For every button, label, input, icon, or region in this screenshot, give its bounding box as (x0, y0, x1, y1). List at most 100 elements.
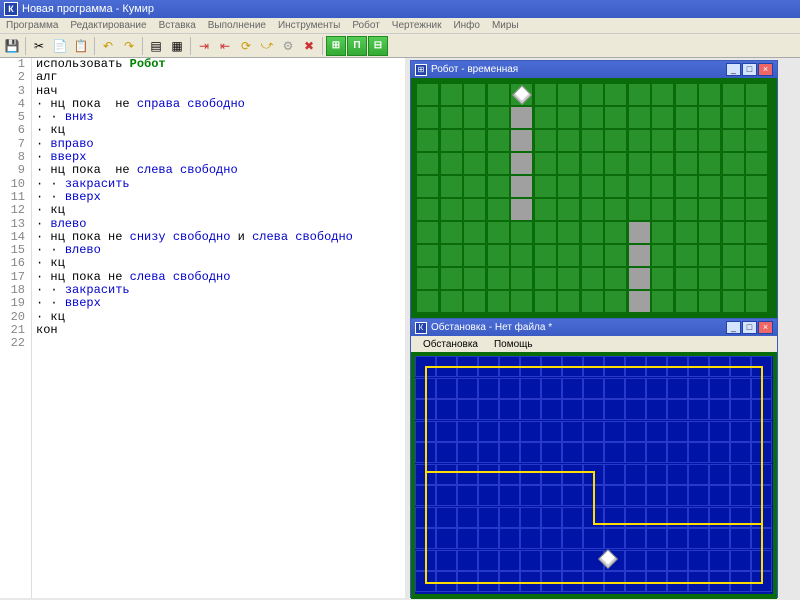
maximize-button[interactable]: □ (742, 321, 757, 334)
env-cell[interactable] (478, 421, 499, 442)
robot-cell[interactable] (534, 198, 557, 221)
robot-cell[interactable] (675, 83, 698, 106)
menu-Программа[interactable]: Программа (0, 20, 64, 31)
env-cell[interactable] (562, 485, 583, 506)
step-out-button[interactable]: ⇤ (215, 36, 235, 56)
env-cell[interactable] (667, 421, 688, 442)
robot-cell[interactable] (745, 106, 768, 129)
menu-Редактирование[interactable]: Редактирование (64, 20, 152, 31)
robot-cell[interactable] (581, 106, 604, 129)
code-area[interactable]: использовать Роботалгнач· нц пока не спр… (32, 58, 405, 598)
env-cell[interactable] (646, 464, 667, 485)
env-cell[interactable] (709, 550, 730, 571)
stop-button[interactable]: ✖ (299, 36, 319, 56)
robot-cell[interactable] (581, 244, 604, 267)
robot-cell[interactable] (604, 244, 627, 267)
env-cell[interactable] (646, 485, 667, 506)
env-cell[interactable] (688, 442, 709, 463)
robot-cell[interactable] (463, 152, 486, 175)
robot-cell[interactable] (628, 198, 651, 221)
robot-cell[interactable] (581, 267, 604, 290)
robot-cell[interactable] (651, 129, 674, 152)
close-button[interactable]: × (758, 321, 773, 334)
env-cell[interactable] (625, 421, 646, 442)
env-cell[interactable] (562, 378, 583, 399)
robot-cell[interactable] (628, 221, 651, 244)
env-cell[interactable] (457, 485, 478, 506)
env-cell[interactable] (541, 399, 562, 420)
env-cell[interactable] (436, 421, 457, 442)
robot-cell[interactable] (534, 152, 557, 175)
grid2-button[interactable]: П (347, 36, 367, 56)
env-cell[interactable] (562, 528, 583, 549)
robot-cell[interactable] (628, 290, 651, 313)
robot-cell[interactable] (604, 267, 627, 290)
robot-cell[interactable] (745, 175, 768, 198)
env-cell[interactable] (646, 378, 667, 399)
env-cell[interactable] (478, 550, 499, 571)
robot-cell[interactable] (581, 152, 604, 175)
robot-cell[interactable] (604, 152, 627, 175)
robot-cell[interactable] (440, 244, 463, 267)
menu-Робот[interactable]: Робот (346, 20, 385, 31)
env-cell[interactable] (499, 485, 520, 506)
robot-cell[interactable] (628, 175, 651, 198)
robot-cell[interactable] (416, 175, 439, 198)
robot-cell[interactable] (463, 244, 486, 267)
env-cell[interactable] (457, 464, 478, 485)
robot-cell[interactable] (416, 198, 439, 221)
robot-cell[interactable] (698, 129, 721, 152)
env-cell[interactable] (436, 399, 457, 420)
grid3-button[interactable]: ⊟ (368, 36, 388, 56)
robot-cell[interactable] (722, 221, 745, 244)
env-cell[interactable] (499, 442, 520, 463)
robot-cell[interactable] (651, 244, 674, 267)
robot-cell[interactable] (722, 290, 745, 313)
env-cell[interactable] (709, 399, 730, 420)
robot-cell[interactable] (604, 175, 627, 198)
robot-cell[interactable] (416, 83, 439, 106)
env-cell[interactable] (478, 464, 499, 485)
robot-cell[interactable] (416, 267, 439, 290)
env-cell[interactable] (541, 550, 562, 571)
env-cell[interactable] (499, 550, 520, 571)
env-cell[interactable] (520, 399, 541, 420)
env-field[interactable] (411, 352, 777, 599)
env-cell[interactable] (562, 507, 583, 528)
env-cell[interactable] (730, 442, 751, 463)
robot-cell[interactable] (440, 221, 463, 244)
robot-cell[interactable] (557, 221, 580, 244)
env-cell[interactable] (604, 399, 625, 420)
env-cell[interactable] (457, 399, 478, 420)
env-cell[interactable] (520, 528, 541, 549)
robot-cell[interactable] (581, 175, 604, 198)
robot-cell[interactable] (557, 83, 580, 106)
env-cell[interactable] (457, 421, 478, 442)
robot-cell[interactable] (698, 175, 721, 198)
robot-cell[interactable] (487, 175, 510, 198)
env-cell[interactable] (688, 528, 709, 549)
robot-cell[interactable] (463, 106, 486, 129)
env-cell[interactable] (625, 528, 646, 549)
robot-cell[interactable] (675, 267, 698, 290)
robot-cell[interactable] (628, 244, 651, 267)
robot-cell[interactable] (651, 290, 674, 313)
env-cell[interactable] (457, 507, 478, 528)
robot-cell[interactable] (651, 106, 674, 129)
robot-cell[interactable] (581, 83, 604, 106)
robot-cell[interactable] (510, 290, 533, 313)
robot-cell[interactable] (675, 129, 698, 152)
robot-cell[interactable] (651, 221, 674, 244)
robot-cell[interactable] (510, 267, 533, 290)
robot-cell[interactable] (487, 129, 510, 152)
env-cell[interactable] (499, 464, 520, 485)
robot-cell[interactable] (698, 106, 721, 129)
env-cell[interactable] (625, 378, 646, 399)
robot-cell[interactable] (534, 244, 557, 267)
env-cell[interactable] (730, 464, 751, 485)
env-cell[interactable] (520, 485, 541, 506)
robot-cell[interactable] (416, 244, 439, 267)
robot-cell[interactable] (675, 152, 698, 175)
robot-cell[interactable] (651, 83, 674, 106)
env-cell[interactable] (499, 399, 520, 420)
